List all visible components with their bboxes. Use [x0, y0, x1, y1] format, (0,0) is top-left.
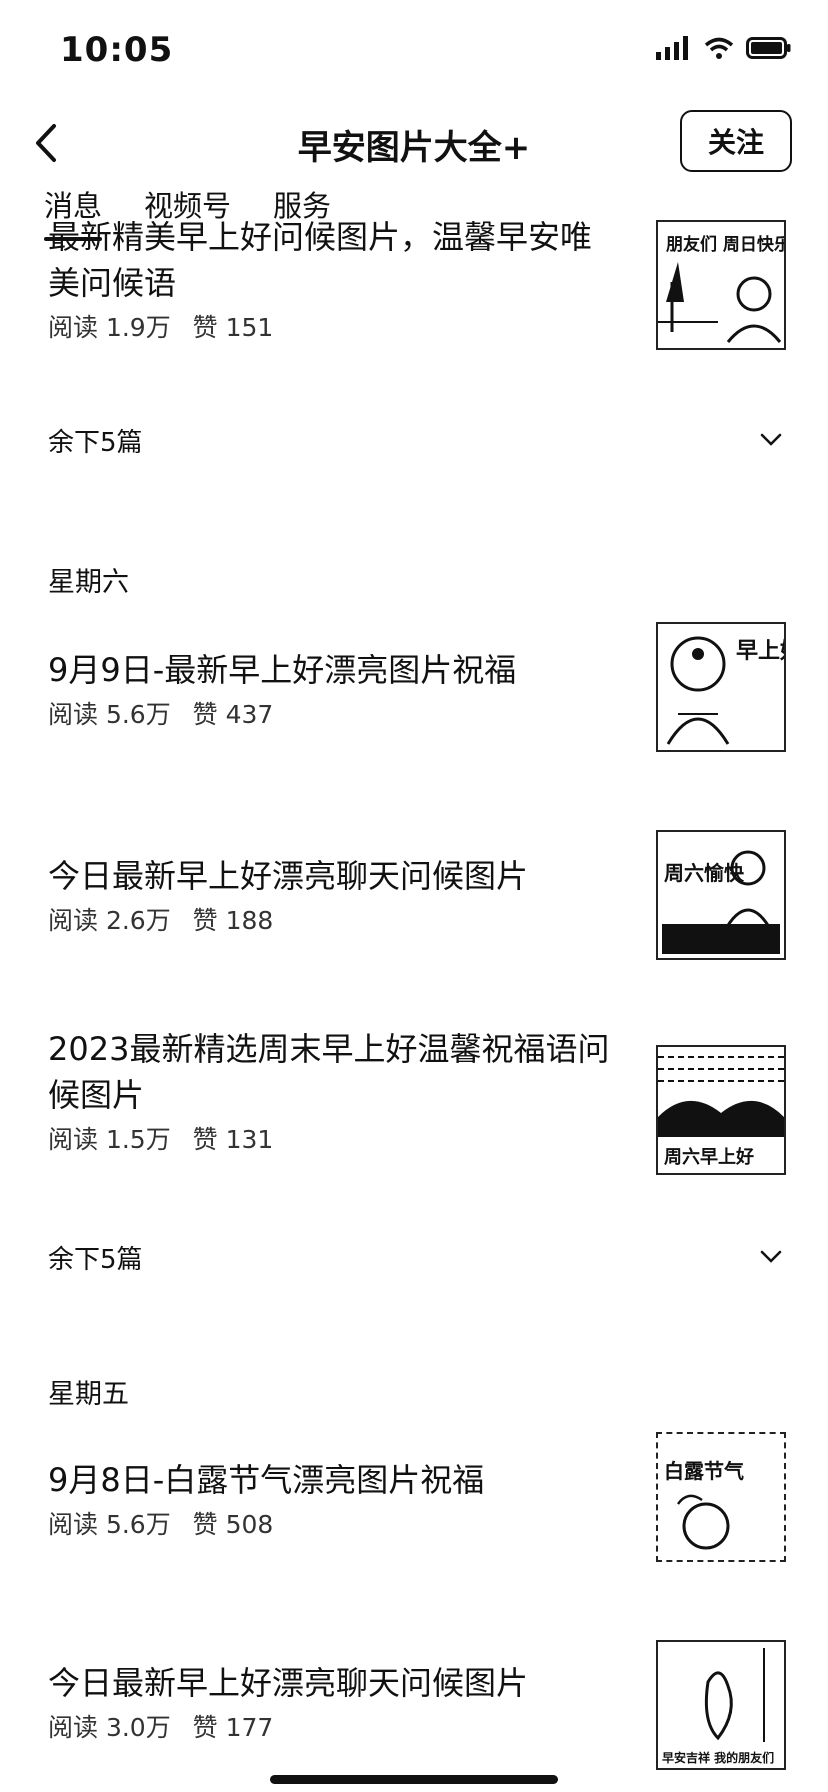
article-meta: 阅读 3.0万 赞 177: [48, 1708, 618, 1744]
article-title: 今日最新早上好漂亮聊天问候图片: [48, 1664, 529, 1702]
article-thumbnail[interactable]: 周六愉快: [656, 830, 786, 960]
article-thumbnail[interactable]: 早上好: [656, 622, 786, 752]
thumbnail-caption: 朋友们 周日快乐: [666, 234, 784, 255]
like-count: 赞 508: [192, 1510, 274, 1539]
like-count: 赞 437: [192, 700, 274, 729]
thumbnail-caption: 周六早上好: [664, 1146, 754, 1168]
wifi-icon: [704, 37, 734, 59]
thumbnail-caption: 白露节气: [664, 1459, 744, 1483]
day-label: 星期五: [48, 1379, 129, 1410]
article-title: 9月8日-白露节气漂亮图片祝福: [48, 1461, 485, 1499]
read-count: 阅读 5.6万: [48, 1510, 171, 1539]
article-item[interactable]: 今日最新早上好漂亮聊天问候图片 阅读 3.0万 赞 177: [48, 1660, 618, 1744]
article-item[interactable]: 9月8日-白露节气漂亮图片祝福 阅读 5.6万 赞 508: [48, 1457, 618, 1541]
chevron-down-icon: [760, 433, 782, 446]
article-title: 今日最新早上好漂亮聊天问候图片: [48, 857, 529, 895]
follow-button[interactable]: 关注: [680, 110, 792, 172]
like-count: 赞 151: [192, 313, 274, 342]
article-title: 9月9日-最新早上好漂亮图片祝福: [48, 651, 517, 689]
article-meta: 阅读 5.6万 赞 437: [48, 695, 618, 731]
article-title: 2023最新精选周末早上好温馨祝福语问候图片: [48, 1030, 610, 1114]
article-item[interactable]: 9月9日-最新早上好漂亮图片祝福 阅读 5.6万 赞 437: [48, 647, 618, 731]
read-count: 阅读 3.0万: [48, 1713, 171, 1742]
article-title: 最新精美早上好问候图片，温馨早安唯美问候语: [48, 218, 593, 302]
article-thumbnail[interactable]: 周六早上好: [656, 1045, 786, 1175]
article-item[interactable]: 今日最新早上好漂亮聊天问候图片 阅读 2.6万 赞 188: [48, 853, 618, 937]
article-meta: 阅读 2.6万 赞 188: [48, 901, 618, 937]
read-count: 阅读 1.5万: [48, 1125, 171, 1154]
expand-more-row[interactable]: 余下5篇: [48, 1239, 788, 1276]
article-thumbnail[interactable]: 白露节气: [656, 1432, 786, 1562]
status-bar: 10:05: [0, 0, 828, 100]
like-count: 赞 131: [192, 1125, 274, 1154]
read-count: 阅读 5.6万: [48, 700, 171, 729]
header: 早安图片大全+ 关注: [0, 100, 828, 190]
article-item[interactable]: 2023最新精选周末早上好温馨祝福语问候图片 阅读 1.5万 赞 131: [48, 1026, 618, 1156]
status-time: 10:05: [60, 30, 174, 70]
read-count: 阅读 2.6万: [48, 906, 171, 935]
thumbnail-caption: 早上好: [736, 638, 784, 664]
more-articles-label: 余下5篇: [48, 428, 143, 458]
day-label: 星期六: [48, 567, 129, 598]
chevron-down-icon: [760, 1250, 782, 1263]
home-indicator: [270, 1775, 558, 1784]
article-meta: 阅读 5.6万 赞 508: [48, 1505, 618, 1541]
read-count: 阅读 1.9万: [48, 313, 171, 342]
battery-icon: [746, 37, 791, 59]
article-thumbnail[interactable]: 早安吉祥 我的朋友们: [656, 1640, 786, 1770]
more-articles-label: 余下5篇: [48, 1245, 143, 1275]
article-thumbnail[interactable]: 朋友们 周日快乐: [656, 220, 786, 350]
status-icons: [656, 36, 792, 60]
article-meta: 阅读 1.5万 赞 131: [48, 1120, 618, 1156]
article-item[interactable]: 最新精美早上好问候图片，温馨早安唯美问候语 阅读 1.9万 赞 151: [48, 214, 618, 344]
thumbnail-caption: 早安吉祥 我的朋友们: [662, 1750, 774, 1765]
like-count: 赞 188: [192, 906, 274, 935]
expand-more-row[interactable]: 余下5篇: [48, 422, 788, 459]
thumbnail-caption: 周六愉快: [664, 861, 745, 885]
like-count: 赞 177: [192, 1713, 274, 1742]
article-meta: 阅读 1.9万 赞 151: [48, 308, 618, 344]
signal-icon: [656, 36, 688, 60]
